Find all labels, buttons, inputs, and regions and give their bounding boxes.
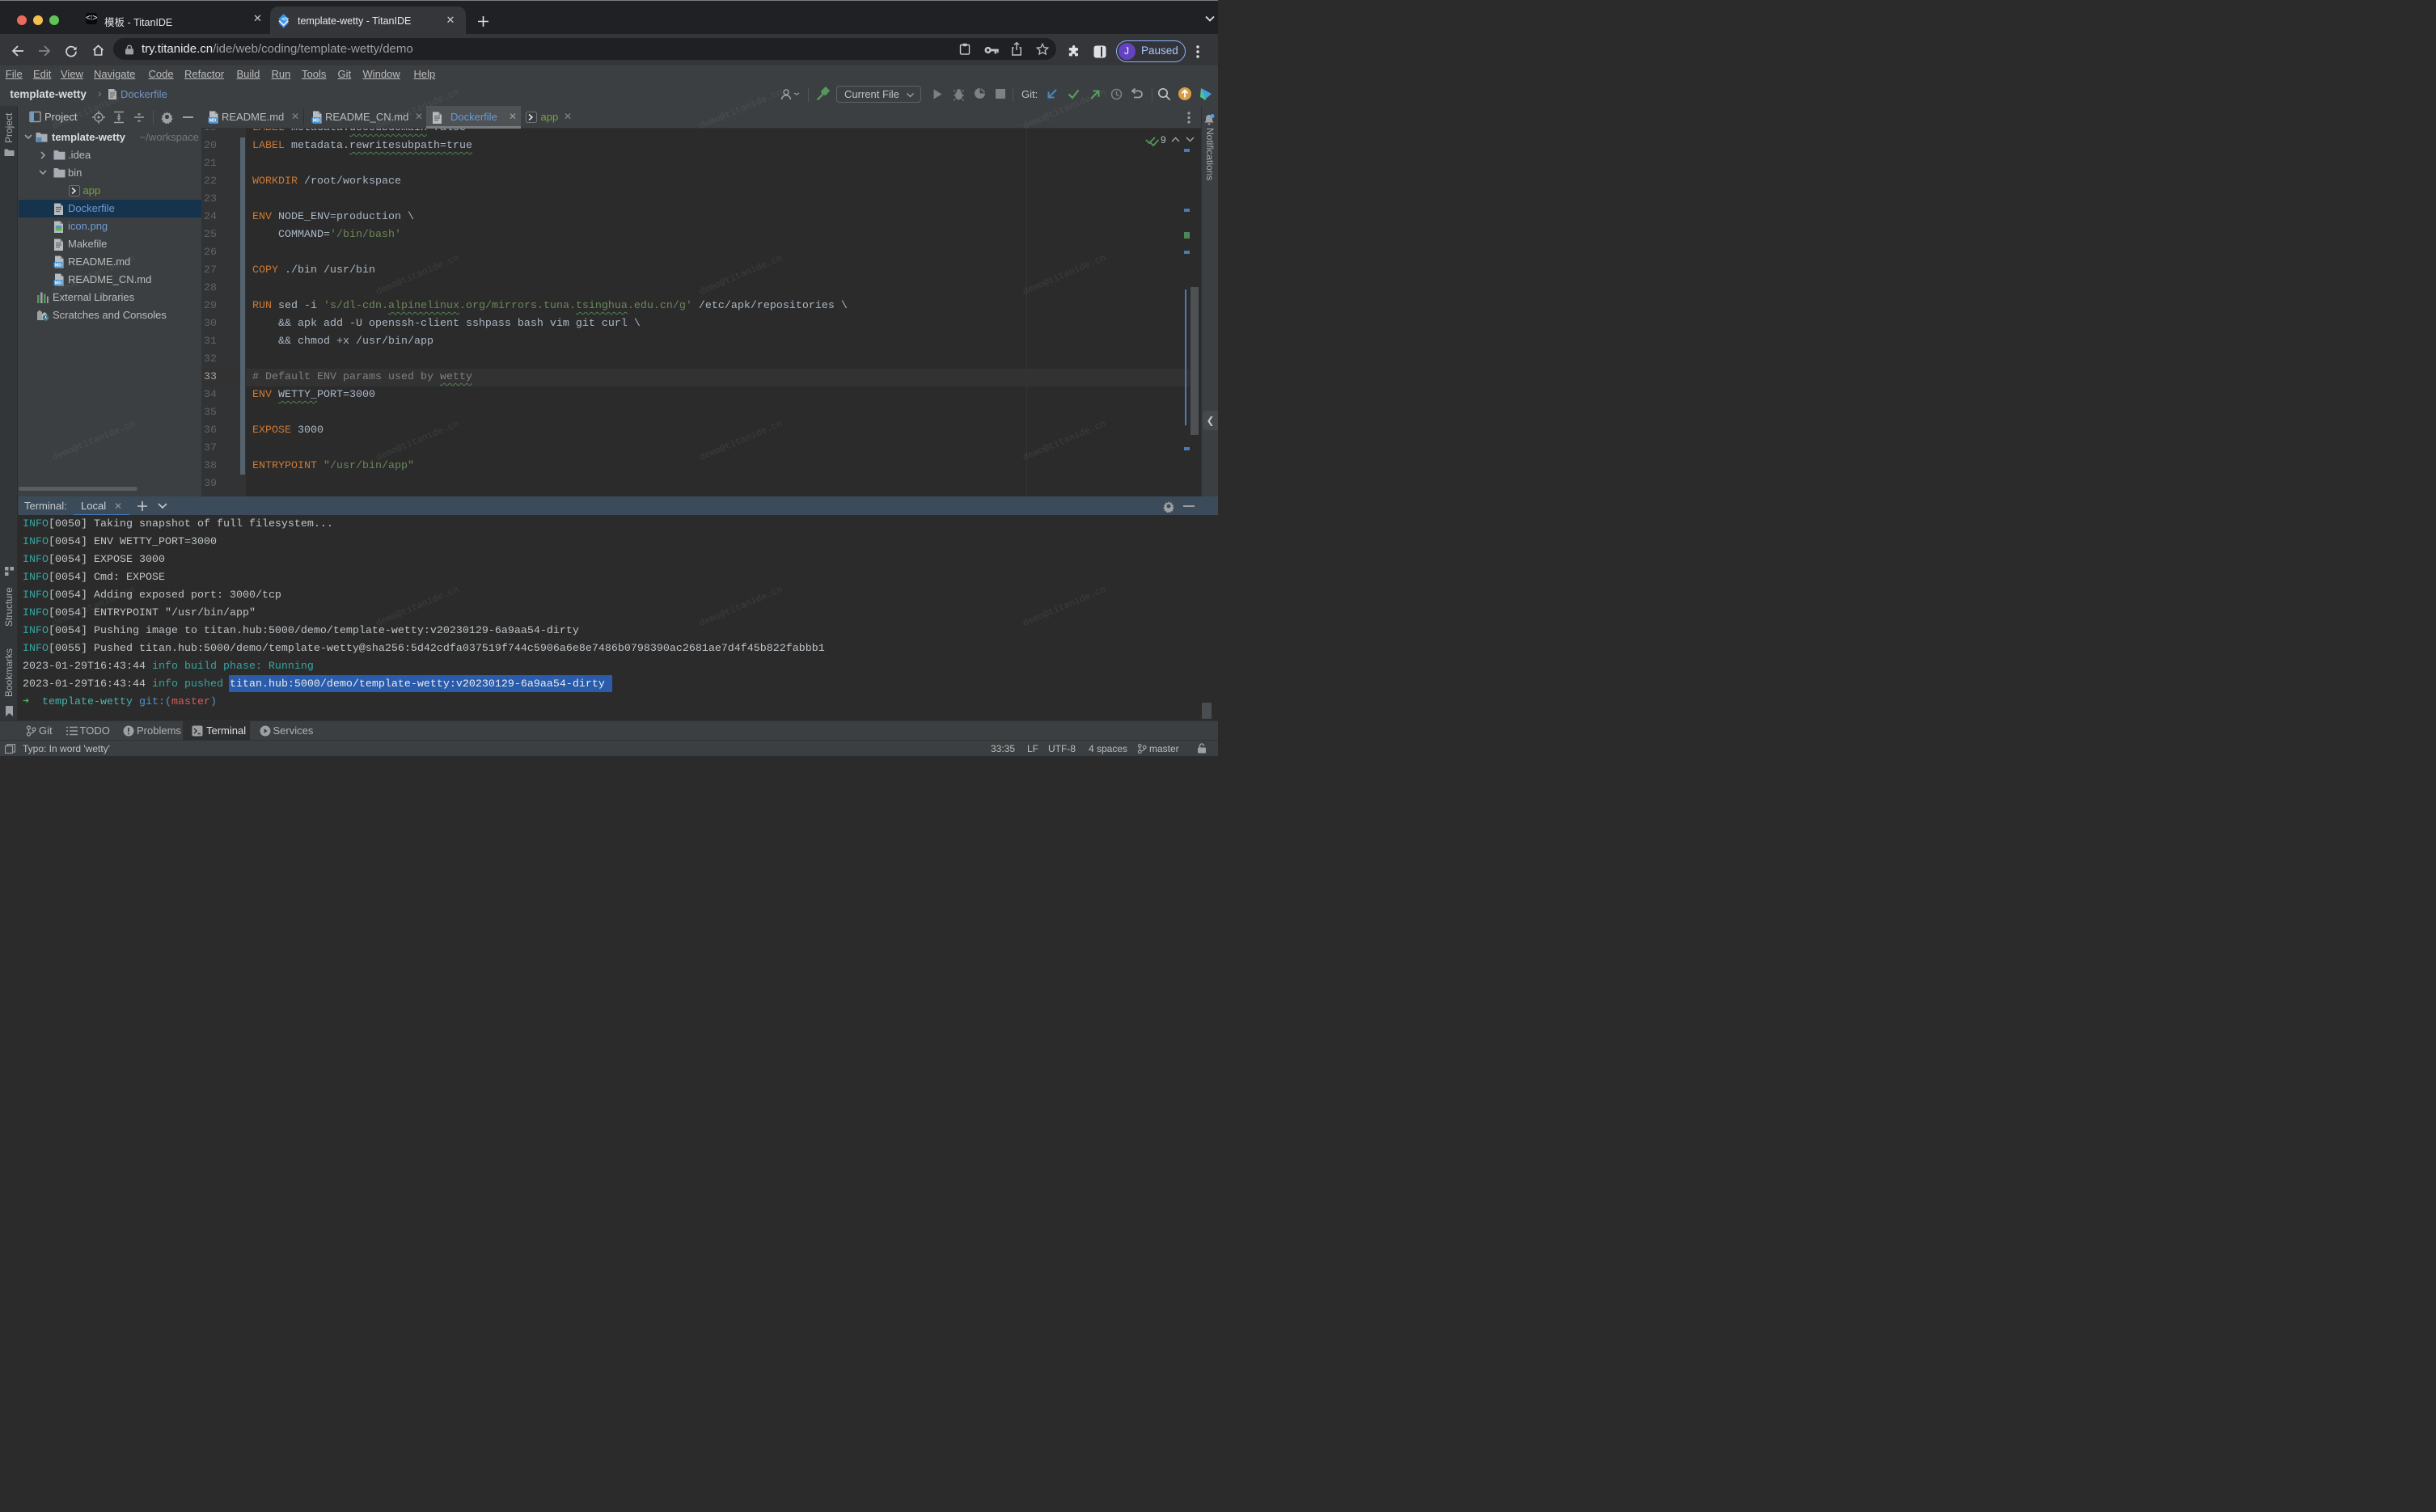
- svg-text:MD: MD: [209, 119, 217, 124]
- svg-text:</>: </>: [281, 18, 289, 23]
- svg-text:MD: MD: [313, 119, 320, 124]
- svg-text:MD: MD: [55, 264, 62, 268]
